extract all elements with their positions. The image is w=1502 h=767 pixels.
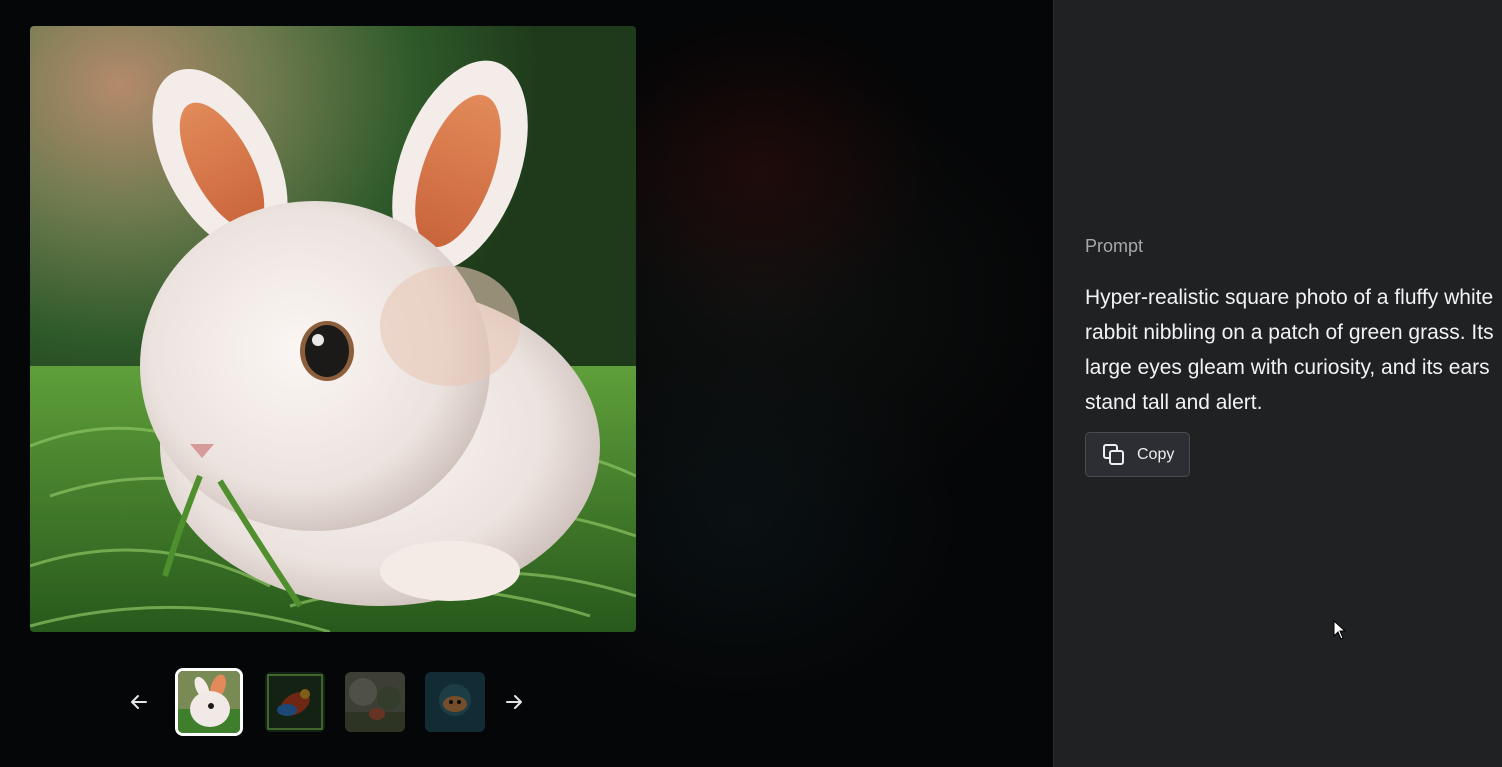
arrow-left-icon[interactable]	[120, 683, 158, 721]
copy-icon	[1101, 442, 1127, 468]
mouse-cursor-icon	[1333, 619, 1347, 640]
thumbnail-parrot[interactable]	[265, 672, 325, 732]
image-viewer-app: Prompt Hyper-realistic square photo of a…	[0, 0, 1502, 767]
copy-button[interactable]: Copy	[1085, 432, 1190, 477]
prompt-text: Hyper-realistic square photo of a fluffy…	[1085, 286, 1494, 414]
copy-button-label: Copy	[1137, 445, 1175, 463]
thumbnail-strip	[120, 664, 533, 740]
main-image	[30, 26, 636, 632]
arrow-right-icon[interactable]	[495, 683, 533, 721]
thumbnail-ocean[interactable]	[425, 672, 485, 732]
prompt-label: Prompt	[1085, 236, 1144, 256]
prompt-panel: Prompt Hyper-realistic square photo of a…	[1053, 0, 1502, 767]
thumbnail-forest[interactable]	[345, 672, 405, 732]
image-viewer	[0, 0, 1053, 767]
thumbnail-rabbit[interactable]	[175, 668, 243, 736]
